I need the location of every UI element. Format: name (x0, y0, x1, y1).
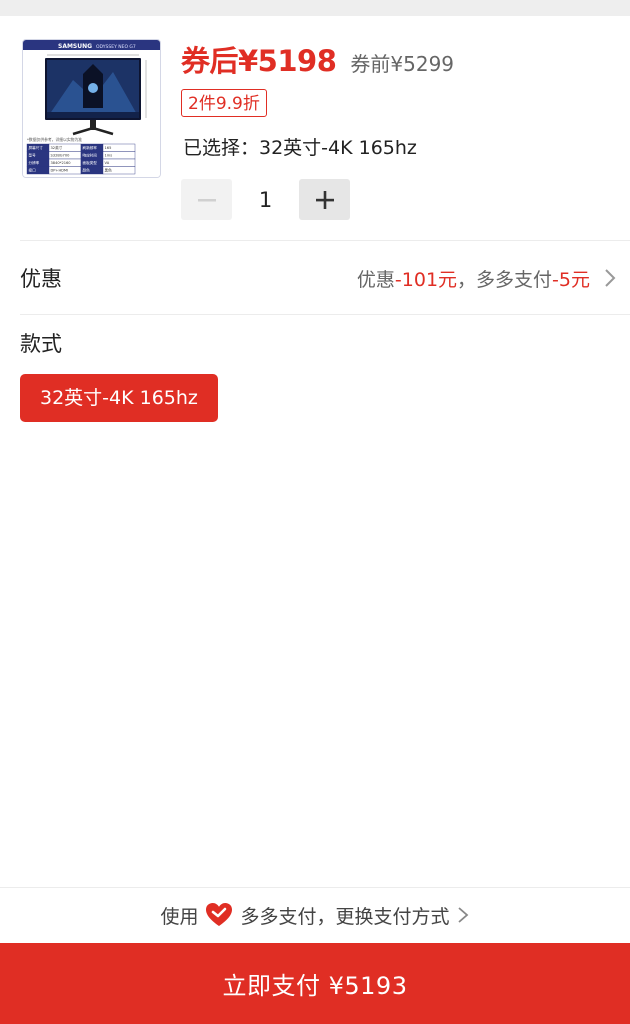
spec-cell-text: 1ms (105, 154, 113, 158)
plus-icon (315, 190, 334, 209)
style-section-title: 款式 (20, 332, 62, 356)
promo-badge: 2件9.9折 (181, 89, 267, 117)
quantity-value[interactable]: 1 (232, 188, 299, 212)
discount-label: 优惠 (20, 267, 62, 291)
selected-variant-label: 已选择：32英寸-4K 165hz (183, 137, 417, 159)
spec-cell-text: VA (105, 161, 110, 165)
payment-method-row[interactable]: 使用 多多支付，更换支付方式 (0, 888, 630, 942)
spec-cell-text: DP+HDMI (51, 169, 69, 173)
style-option-chip[interactable]: 32英寸-4K 165hz (20, 374, 218, 422)
spec-cell-text: S32BG700 (51, 154, 71, 158)
monitor-product-image: SAMSUNG ODYSSEY NEO G7 *数据仅供参考，详细以实物为准 屏… (23, 40, 160, 177)
pay-discount-amount: -5元 (552, 269, 590, 291)
quantity-stepper: 1 (181, 179, 350, 220)
spec-cell-text: 165 (105, 146, 112, 150)
minus-icon (197, 198, 216, 201)
discount-row[interactable]: 优惠 优惠-101元，多多支付-5元 (0, 241, 630, 314)
spec-cell-text: 32英寸 (51, 145, 63, 150)
top-strip (0, 0, 630, 16)
spec-table: 屏幕尺寸 32英寸 刷新频率 165 型号 S32BG700 响应时间 1ms 分辨率 3840*… (26, 143, 136, 175)
heart-icon (205, 902, 233, 928)
thumb-note: *数据仅供参考，详细以实物为准 (27, 137, 82, 142)
spec-cell-text: 3840*2160 (51, 161, 72, 165)
pay-now-button[interactable]: 立即支付 ¥5193 (0, 943, 630, 1024)
divider (20, 314, 630, 315)
spec-cell-text: 响应时间 (83, 153, 98, 158)
spec-cell-text: 屏幕尺寸 (29, 145, 44, 150)
quantity-increase-button[interactable] (299, 179, 350, 220)
spec-cell-text: 黑色 (105, 168, 113, 173)
coupon-discount-amount: -101元 (394, 269, 458, 291)
price-after-coupon: 券后¥5198 (181, 44, 337, 78)
product-thumbnail[interactable]: SAMSUNG ODYSSEY NEO G7 *数据仅供参考，详细以实物为准 屏… (22, 39, 161, 178)
discount-prefix: 优惠 (356, 269, 395, 291)
spec-cell-text: 接口 (29, 168, 37, 173)
chevron-right-icon (605, 269, 616, 287)
spec-cell-text: 面板类型 (83, 160, 98, 165)
discount-middle-text: ，多多支付 (457, 269, 553, 291)
price-row: 券后¥5198 券前¥5299 (181, 38, 454, 84)
thumb-model: ODYSSEY NEO G7 (96, 44, 136, 50)
pay-use-prefix: 使用 (160, 905, 199, 928)
quantity-decrease-button[interactable] (181, 179, 232, 220)
pay-method-text: 多多支付，更换支付方式 (240, 905, 450, 928)
spec-cell-text: 颜色 (83, 168, 91, 173)
spec-cell-text: 型号 (29, 153, 37, 158)
spec-cell-text: 分辨率 (29, 160, 40, 165)
chevron-right-icon (456, 905, 470, 925)
price-before-coupon: 券前¥5299 (350, 52, 455, 76)
discount-summary: 优惠-101元，多多支付-5元 (357, 265, 590, 292)
thumb-brand: SAMSUNG (58, 43, 92, 50)
spec-cell-text: 刷新频率 (83, 145, 98, 150)
